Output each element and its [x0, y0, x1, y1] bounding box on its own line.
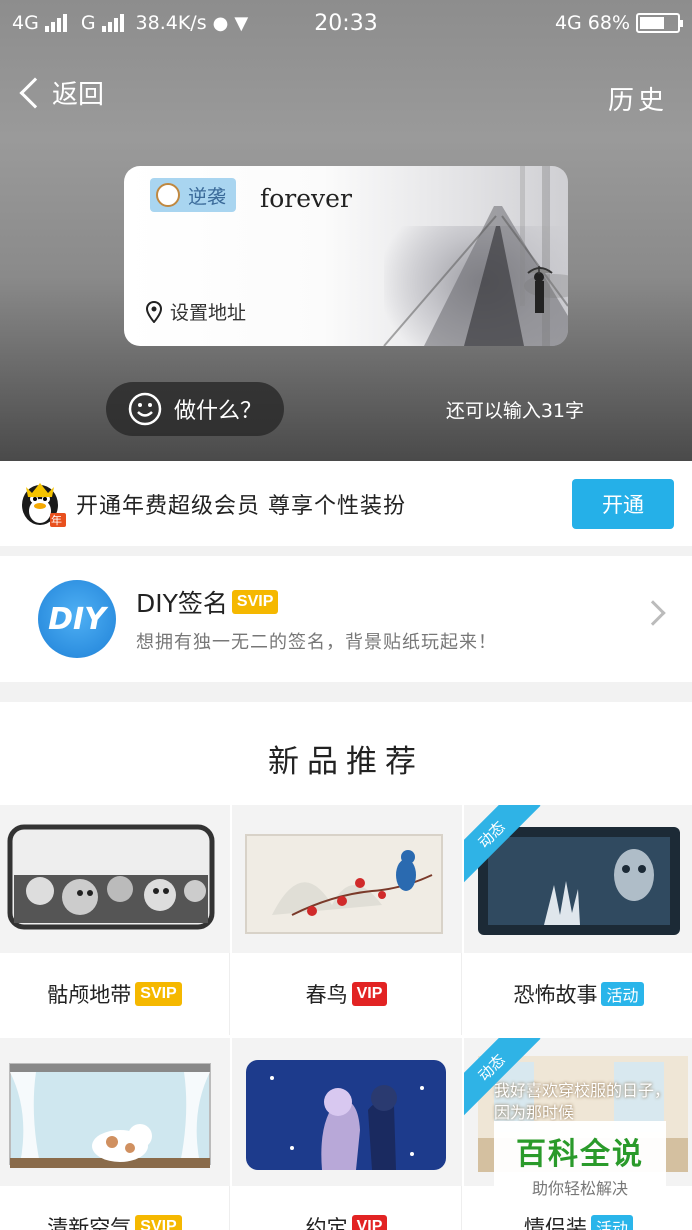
- product-name: 骷颅地带: [47, 983, 132, 1007]
- product-tile[interactable]: 动态 恐怖故事 活动: [464, 805, 692, 1035]
- diy-title: DIY签名 SVIP: [136, 584, 497, 620]
- activity-badge: 活动: [601, 982, 644, 1006]
- watermark-subtitle: 助你轻松解决: [531, 1179, 628, 1198]
- product-name: 春鸟: [305, 983, 348, 1007]
- battery-fill: [640, 17, 665, 29]
- product-tile[interactable]: 约定 VIP: [232, 1038, 462, 1230]
- product-thumbnail: [232, 805, 462, 953]
- chevron-left-icon: [19, 76, 51, 109]
- watermark-title: 百科全说: [516, 1137, 644, 1172]
- history-button[interactable]: 历史: [608, 80, 668, 117]
- chevron-right-icon: [640, 600, 666, 626]
- product-name: 约定: [305, 1216, 348, 1230]
- diy-logo-icon: DIY: [38, 580, 116, 658]
- location-pin-icon: [146, 300, 162, 323]
- penguin-icon: 年: [18, 479, 68, 529]
- vip-badge: VIP: [351, 982, 388, 1006]
- network-right: 4G: [554, 12, 582, 34]
- remaining-chars-text: 还可以输入31字: [445, 400, 584, 422]
- product-thumbnail: 动态: [464, 805, 692, 953]
- set-location-label: 设置地址: [170, 302, 247, 324]
- product-thumbnail: [232, 1038, 462, 1186]
- cartoon-avatar-icon: [156, 183, 180, 207]
- signal-icon-2: [101, 14, 124, 32]
- signature-header: 4G G 38.4K/s ● ▼ 20:33 4G 68% 返回 历史 逆袭 f…: [0, 0, 692, 461]
- product-thumbnail: [0, 1038, 230, 1186]
- product-tile[interactable]: 骷颅地带 SVIP: [0, 805, 230, 1035]
- battery-percent: 68%: [587, 12, 630, 34]
- watermark: 百科全说 助你轻松解决: [494, 1121, 666, 1207]
- vip-badge: VIP: [351, 1215, 388, 1230]
- status-bar: 4G G 38.4K/s ● ▼ 20:33 4G 68%: [0, 0, 692, 46]
- activity-badge: 活动: [590, 1215, 633, 1230]
- mood-label: 做什么？: [174, 399, 263, 424]
- svip-badge: SVIP: [231, 590, 279, 614]
- vip-banner[interactable]: 年 开通年费超级会员 尊享个性装扮 开通: [0, 461, 692, 546]
- open-vip-button[interactable]: 开通: [572, 479, 674, 529]
- network-type-label-2: G: [80, 12, 96, 34]
- penguin-badge: 年: [51, 513, 62, 527]
- product-name: 情侣装: [523, 1216, 587, 1230]
- section-title: 新品推荐: [268, 744, 424, 780]
- vip-banner-text: 开通年费超级会员 尊享个性装扮: [76, 493, 406, 519]
- mood-button[interactable]: 做什么？: [106, 382, 284, 436]
- diy-title-label: DIY签名: [136, 589, 228, 618]
- svip-badge: SVIP: [135, 982, 182, 1006]
- signature-tag: 逆袭: [150, 178, 237, 212]
- thumbnail-caption: 我好喜欢穿校服的日子，因为那时候: [494, 1081, 671, 1122]
- back-label: 返回: [52, 80, 105, 110]
- signature-tag-label: 逆袭: [188, 185, 227, 208]
- product-tile[interactable]: 春鸟 VIP: [232, 805, 462, 1035]
- signature-name: forever: [260, 184, 352, 213]
- diy-logo-text: DIY: [48, 601, 106, 637]
- battery-icon: [636, 13, 683, 33]
- svip-badge: SVIP: [135, 1215, 182, 1230]
- product-thumbnail: [0, 805, 230, 953]
- diy-signature-row[interactable]: DIY DIY签名 SVIP 想拥有独一无二的签名，背景贴纸玩起来！: [0, 556, 692, 682]
- signal-icon: [44, 14, 67, 32]
- product-tile[interactable]: 清新空气 SVIP: [0, 1038, 230, 1230]
- set-location-button[interactable]: 设置地址: [146, 298, 246, 325]
- product-name: 恐怖故事: [513, 983, 598, 1007]
- diy-description: 想拥有独一无二的签名，背景贴纸玩起来！: [136, 632, 497, 653]
- qq-icon: ●: [212, 12, 229, 34]
- product-name: 清新空气: [47, 1216, 132, 1230]
- network-type-label: 4G: [12, 12, 39, 34]
- back-button[interactable]: 返回: [16, 74, 104, 111]
- smiley-icon: [128, 392, 162, 426]
- bull-icon: ▼: [234, 12, 249, 34]
- card-background-image: [383, 166, 568, 346]
- net-speed: 38.4K/s: [135, 12, 207, 34]
- signature-card[interactable]: 逆袭 forever 设置地址: [124, 166, 568, 346]
